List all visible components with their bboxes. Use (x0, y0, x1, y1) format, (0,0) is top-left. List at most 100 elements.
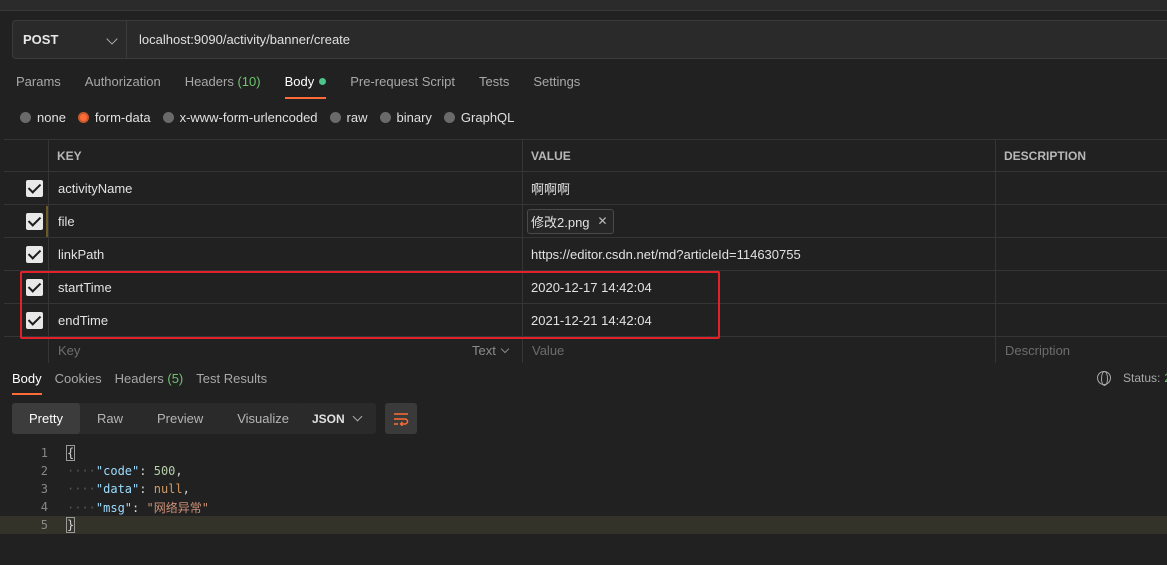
radio-x-www-form-urlencoded[interactable]: x-www-form-urlencoded (162, 110, 318, 125)
json-value: null (153, 482, 183, 496)
status-label: Status: (1123, 371, 1161, 385)
radio-binary[interactable]: binary (379, 110, 432, 125)
radio-graphql[interactable]: GraphQL (443, 110, 514, 125)
tab-headers[interactable]: Headers (10) (185, 74, 261, 99)
headers-count: (10) (237, 74, 261, 89)
json-value: "网络异常" (146, 500, 209, 515)
body-type-radios: none form-data x-www-form-urlencoded raw… (20, 110, 526, 125)
json-value: 500 (153, 464, 176, 478)
table-row: startTime 2020-12-17 14:42:04 (4, 271, 1167, 304)
globe-icon[interactable] (1097, 371, 1111, 386)
row-checkbox[interactable] (26, 213, 43, 230)
url-input[interactable]: localhost:9090/activity/banner/create (127, 32, 350, 47)
row-value: 修改2.png ✕ (527, 205, 614, 237)
response-headers-count: (5) (167, 371, 184, 386)
row-value[interactable]: https://editor.csdn.net/md?articleId=114… (531, 238, 801, 270)
radio-none[interactable]: none (20, 110, 66, 125)
format-select[interactable]: JSON (301, 403, 376, 434)
radio-raw[interactable]: raw (329, 110, 368, 125)
json-key: "msg" (95, 500, 133, 515)
radio-circle-icon (329, 112, 341, 123)
chevron-down-icon (500, 344, 510, 353)
row-checkbox[interactable] (26, 279, 43, 296)
line-number: 4 (40, 500, 48, 514)
row-value[interactable]: 2020-12-17 14:42:04 (531, 271, 652, 303)
line-number: 2 (40, 464, 48, 478)
row-key[interactable]: activityName (58, 172, 132, 204)
tab-authorization[interactable]: Authorization (85, 74, 161, 99)
radio-selected-icon (77, 112, 89, 123)
type-select[interactable]: Text (472, 337, 510, 363)
code-line: 4 ····"msg": "网络异常" (0, 498, 1167, 516)
format-label: JSON (312, 411, 345, 426)
response-tab-headers[interactable]: Headers (5) (115, 371, 184, 395)
response-tab-body[interactable]: Body (12, 371, 42, 395)
table-row: activityName 啊啊啊 (4, 172, 1167, 205)
view-pretty[interactable]: Pretty (12, 403, 80, 434)
close-brace: } (65, 517, 76, 533)
view-preview[interactable]: Preview (140, 403, 220, 434)
row-value[interactable]: 2021-12-21 14:42:04 (531, 304, 652, 336)
tab-body[interactable]: Body (284, 74, 327, 99)
new-description-input[interactable]: Description (1005, 337, 1070, 363)
line-number: 3 (40, 482, 48, 496)
wrap-lines-icon (394, 412, 409, 426)
type-label: Text (472, 342, 496, 358)
code-line: 1 { (0, 444, 1167, 462)
table-row: linkPath https://editor.csdn.net/md?arti… (4, 238, 1167, 271)
body-modified-dot-icon (319, 78, 327, 85)
line-number: 1 (40, 446, 48, 460)
response-view-selector: Pretty Raw Preview Visualize (12, 403, 307, 434)
row-key[interactable]: endTime (58, 304, 108, 336)
response-tabs: Body Cookies Headers (5) Test Results (12, 371, 280, 395)
view-raw[interactable]: Raw (80, 403, 140, 434)
view-visualize[interactable]: Visualize (220, 403, 306, 434)
row-key[interactable]: linkPath (58, 238, 104, 270)
json-key: "code" (95, 464, 140, 478)
chevron-down-icon (352, 411, 363, 422)
header-description: DESCRIPTION (1004, 148, 1087, 163)
top-strip (0, 0, 1167, 11)
response-status: Status: 2 (1097, 371, 1167, 386)
code-line: 3 ····"data": null, (0, 480, 1167, 498)
tab-params[interactable]: Params (16, 74, 61, 99)
tab-settings[interactable]: Settings (533, 74, 580, 99)
radio-circle-icon (379, 112, 391, 123)
request-tabs: Params Authorization Headers (10) Body P… (16, 74, 604, 99)
line-number: 5 (40, 518, 48, 532)
response-tab-cookies[interactable]: Cookies (55, 371, 102, 395)
row-value[interactable]: 啊啊啊 (531, 172, 570, 204)
radio-form-data[interactable]: form-data (77, 110, 151, 125)
row-key[interactable]: file (58, 205, 75, 237)
method-select[interactable]: POST (13, 21, 127, 58)
method-label: POST (23, 32, 59, 47)
response-tab-test-results[interactable]: Test Results (196, 371, 267, 395)
new-value-input[interactable]: Value (532, 337, 564, 363)
tab-pre-request-script[interactable]: Pre-request Script (350, 74, 455, 99)
tab-tests[interactable]: Tests (479, 74, 509, 99)
row-key[interactable]: startTime (58, 271, 112, 303)
close-icon[interactable]: ✕ (598, 214, 608, 228)
file-name: 修改2.png (531, 214, 590, 230)
code-line: 5 } (0, 516, 1167, 534)
file-chip[interactable]: 修改2.png ✕ (527, 208, 614, 234)
chevron-down-icon (106, 33, 118, 45)
request-bar: POST localhost:9090/activity/banner/crea… (12, 20, 1167, 59)
radio-circle-icon (20, 112, 31, 123)
row-checkbox[interactable] (26, 180, 43, 197)
table-header-row: KEY VALUE DESCRIPTION (4, 139, 1167, 172)
header-value: VALUE (531, 148, 571, 163)
table-row: endTime 2021-12-21 14:42:04 (4, 304, 1167, 337)
table-new-row: Key Text Value Description (4, 337, 1167, 363)
row-focus-marker (46, 206, 48, 237)
json-key: "data" (95, 482, 140, 496)
radio-circle-icon (443, 112, 455, 123)
code-line: 2 ····"code": 500, (0, 462, 1167, 480)
row-checkbox[interactable] (26, 246, 43, 263)
radio-circle-icon (162, 112, 174, 123)
wrap-lines-button[interactable] (385, 403, 417, 434)
table-row: file 修改2.png ✕ (4, 205, 1167, 238)
new-key-input[interactable]: Key (58, 337, 80, 363)
row-checkbox[interactable] (26, 312, 43, 329)
open-brace: { (65, 445, 76, 461)
